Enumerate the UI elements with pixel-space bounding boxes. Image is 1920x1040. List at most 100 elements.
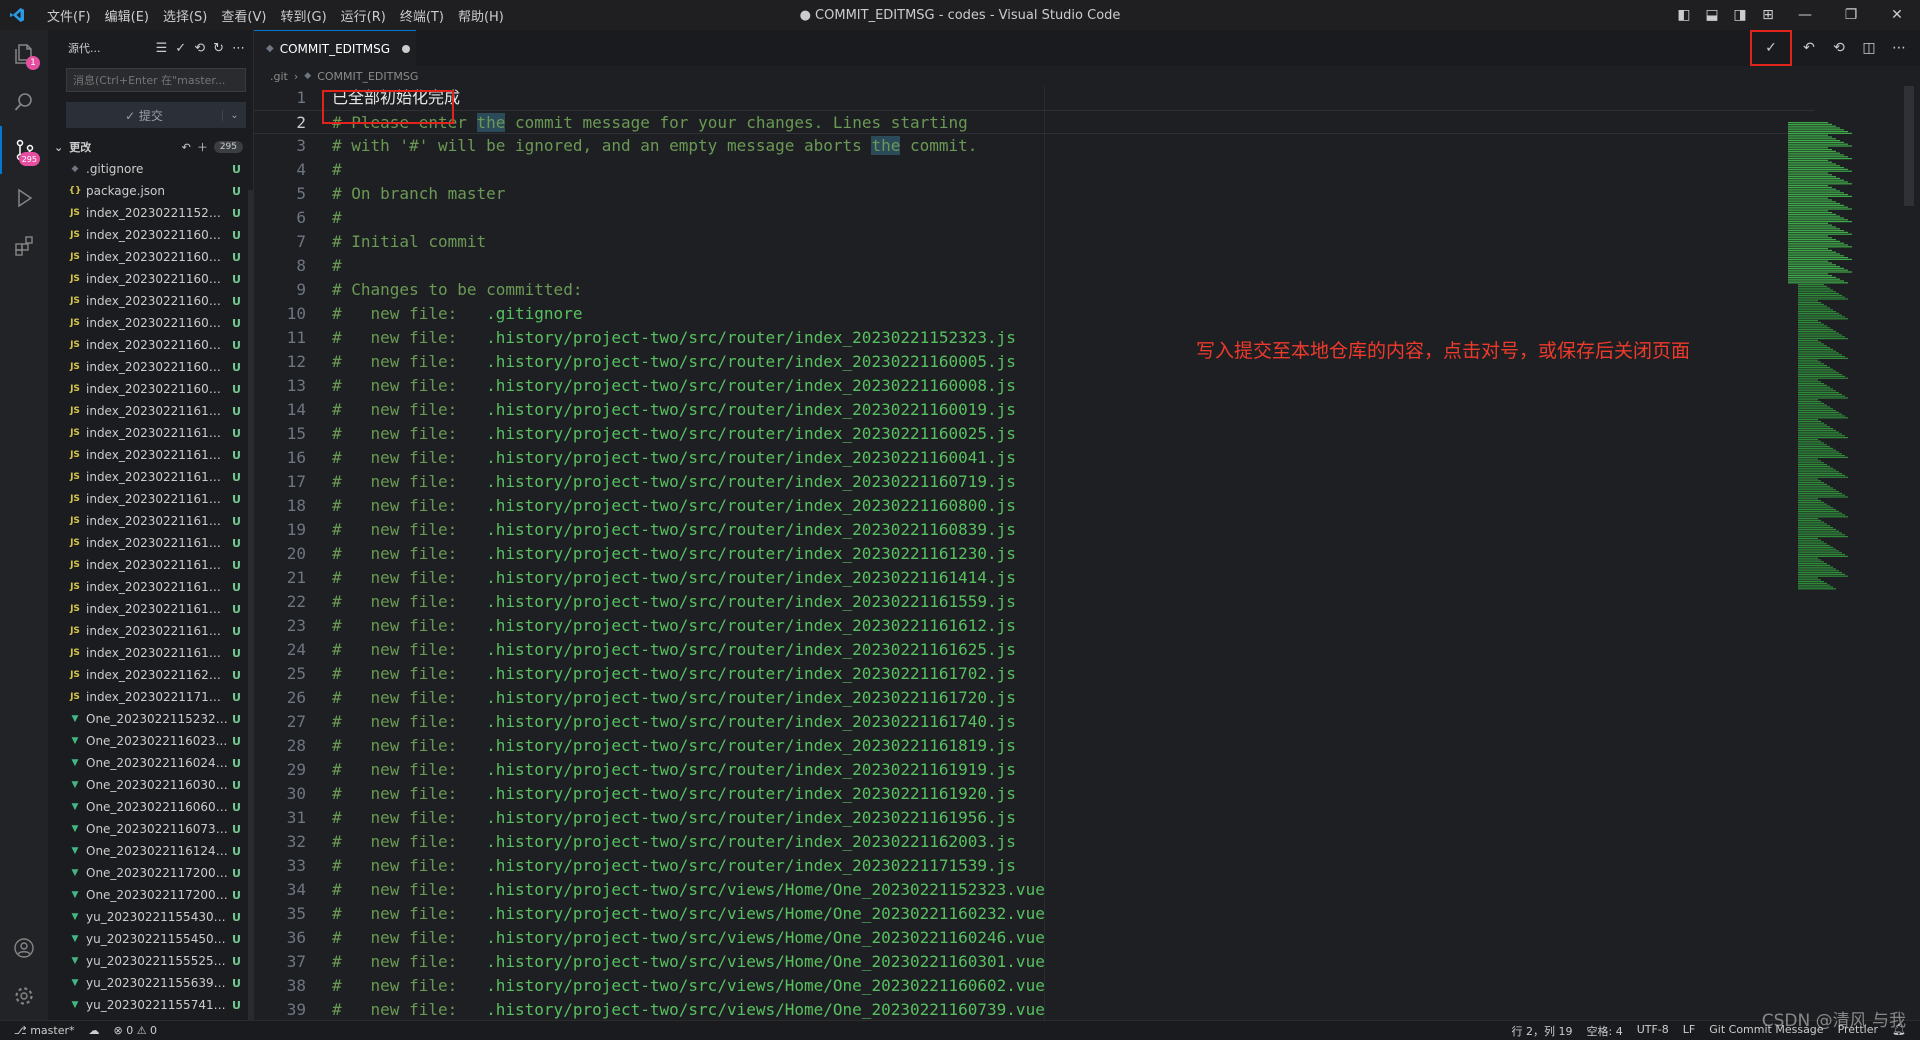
list-item[interactable]: JS index_20230221160000... U	[48, 224, 253, 246]
minimap-line	[1798, 296, 1845, 298]
list-item[interactable]: ▼ One_20230221160602... U	[48, 796, 253, 818]
list-item[interactable]: JS index_2023022115232... U	[48, 202, 253, 224]
editor-scrollbar[interactable]	[1904, 86, 1914, 206]
list-item[interactable]: JS index_2023022116174... U	[48, 554, 253, 576]
list-item[interactable]: JS index_2023022116141... U	[48, 422, 253, 444]
minimap-line	[1788, 127, 1840, 129]
menu-file[interactable]: 文件(F)	[40, 6, 98, 25]
explorer-button[interactable]: 1	[0, 30, 48, 78]
list-item[interactable]: JS index_2023022116170... U	[48, 510, 253, 532]
list-item[interactable]: JS index_2023022116172... U	[48, 532, 253, 554]
list-item[interactable]: JS index_2023022116123... U	[48, 400, 253, 422]
menu-run[interactable]: 运行(R)	[334, 6, 393, 25]
list-item[interactable]: JS index_2023022116192... U	[48, 620, 253, 642]
minimap-line	[1788, 132, 1852, 134]
list-item[interactable]: {} package.json U	[48, 180, 253, 202]
minimap-line	[1788, 204, 1844, 206]
encoding[interactable]: UTF-8	[1637, 1023, 1669, 1039]
more-actions-icon[interactable]: ⋯	[1886, 40, 1912, 56]
search-button[interactable]	[0, 78, 48, 126]
list-item[interactable]: ▼ One_20230221172001... U	[48, 862, 253, 884]
code-editor[interactable]: 1 已全部初始化完成 2 # Please enter the commit mess…	[254, 86, 1814, 1020]
minimap[interactable]	[1784, 86, 1884, 1020]
sync-icon[interactable]: ☁	[88, 1024, 99, 1037]
list-item[interactable]: JS index_2023022116083... U	[48, 378, 253, 400]
list-item[interactable]: JS index_20230221160002... U	[48, 290, 253, 312]
extensions-button[interactable]	[0, 222, 48, 270]
list-item[interactable]: JS index_2023022116162... U	[48, 488, 253, 510]
manage-button[interactable]	[0, 972, 48, 1020]
breadcrumb-item-git[interactable]: .git	[270, 70, 288, 83]
indentation[interactable]: 空格: 4	[1587, 1023, 1623, 1039]
list-item[interactable]: ▼ One_2023022116023... U	[48, 730, 253, 752]
list-item[interactable]: JS index_2023022116155... U	[48, 444, 253, 466]
list-item[interactable]: ▼ One_20230221160301... U	[48, 774, 253, 796]
list-item[interactable]: JS index_2023022116080... U	[48, 356, 253, 378]
list-item[interactable]: JS index_20230221160000... U	[48, 246, 253, 268]
history-icon[interactable]: ⟲	[194, 41, 205, 56]
list-item[interactable]: ▼ yu_20230221155741.v... U	[48, 994, 253, 1016]
toggle-sidebar-icon[interactable]: ◧	[1670, 7, 1698, 23]
list-item[interactable]: JS index_2023022116195... U	[48, 642, 253, 664]
menu-selection[interactable]: 选择(S)	[156, 6, 214, 25]
stage-all-icon[interactable]: ＋	[197, 139, 208, 155]
menu-edit[interactable]: 编辑(E)	[98, 6, 156, 25]
toggle-secondary-sidebar-icon[interactable]: ◨	[1726, 7, 1754, 23]
new-file-entry: # new file: .history/project-two/src/rou…	[332, 638, 1016, 662]
list-item[interactable]: JS index_2023022116200... U	[48, 664, 253, 686]
run-debug-button[interactable]	[0, 174, 48, 222]
unsaved-dot-icon[interactable]	[402, 44, 411, 53]
list-item[interactable]: ▼ yu_20230221155450.v... U	[48, 928, 253, 950]
chevron-down-icon[interactable]: ⌄	[222, 109, 246, 121]
view-as-tree-icon[interactable]: ☰	[156, 41, 168, 56]
list-item[interactable]: ▼ yu_20230221155525.v... U	[48, 950, 253, 972]
accept-commit-message-button[interactable]: ✓	[1750, 30, 1792, 66]
minimap-line	[1788, 195, 1852, 197]
menu-go[interactable]: 转到(G)	[273, 6, 333, 25]
commit-button[interactable]: ✓ 提交 ⌄	[66, 102, 246, 128]
end-of-line[interactable]: LF	[1683, 1023, 1695, 1039]
minimap-line	[1798, 305, 1827, 307]
close-window-button[interactable]: ✕	[1874, 7, 1920, 23]
customize-layout-icon[interactable]: ⊞	[1754, 7, 1782, 23]
restore-button[interactable]: ❐	[1828, 7, 1874, 23]
discard-all-icon[interactable]: ↶	[182, 141, 191, 154]
discard-icon[interactable]: ↶	[1796, 40, 1822, 56]
toggle-panel-icon[interactable]: ⬓	[1698, 7, 1726, 23]
list-item[interactable]: JS index_2023022116161... U	[48, 466, 253, 488]
breadcrumb-item-file[interactable]: COMMIT_EDITMSG	[317, 70, 418, 83]
menu-view[interactable]: 查看(V)	[214, 6, 273, 25]
more-actions-icon[interactable]: ⋯	[232, 41, 245, 56]
list-item[interactable]: JS index_20230221160004... U	[48, 312, 253, 334]
list-item[interactable]: JS index_2023022116071... U	[48, 334, 253, 356]
tab-commit-editmsg[interactable]: ◆ COMMIT_EDITMSG	[254, 30, 416, 66]
timeline-icon[interactable]: ⟲	[1826, 40, 1852, 56]
minimap-line	[1788, 199, 1832, 201]
list-item[interactable]: JS index_2023022116191... U	[48, 598, 253, 620]
minimize-button[interactable]: —	[1782, 7, 1828, 23]
source-control-button[interactable]: 295	[0, 126, 48, 174]
cursor-position[interactable]: 行 2，列 19	[1512, 1023, 1573, 1039]
commit-message-input[interactable]	[66, 68, 246, 92]
menu-help[interactable]: 帮助(H)	[451, 6, 511, 25]
list-item[interactable]: JS index_20230221160001... U	[48, 268, 253, 290]
file-name: One_2023022116023...	[86, 734, 228, 748]
list-item[interactable]: JS index_2023022116181... U	[48, 576, 253, 598]
list-item[interactable]: ◆ .gitignore U	[48, 158, 253, 180]
commit-check-icon[interactable]: ✓	[175, 41, 186, 56]
refresh-icon[interactable]: ↻	[213, 41, 224, 56]
list-item[interactable]: ▼ One_20230221161242... U	[48, 840, 253, 862]
split-editor-icon[interactable]: ◫	[1856, 40, 1882, 56]
menu-terminal[interactable]: 终端(T)	[393, 6, 451, 25]
changes-group-header[interactable]: ⌄ 更改 ↶ ＋ 295	[48, 136, 253, 158]
list-item[interactable]: ▼ One_20230221160739... U	[48, 818, 253, 840]
branch-indicator[interactable]: ⎇ master*	[14, 1024, 74, 1037]
accounts-button[interactable]	[0, 924, 48, 972]
list-item[interactable]: ▼ One_20230221152323... U	[48, 708, 253, 730]
list-item[interactable]: JS index_2023022117153... U	[48, 686, 253, 708]
list-item[interactable]: ▼ yu_20230221155430.v... U	[48, 906, 253, 928]
list-item[interactable]: ▼ yu_20230221155639.v... U	[48, 972, 253, 994]
problems-indicator[interactable]: ⊗ 0 ⚠ 0	[113, 1024, 157, 1037]
list-item[interactable]: ▼ One_20230221160246... U	[48, 752, 253, 774]
list-item[interactable]: ▼ One_20230221172003... U	[48, 884, 253, 906]
